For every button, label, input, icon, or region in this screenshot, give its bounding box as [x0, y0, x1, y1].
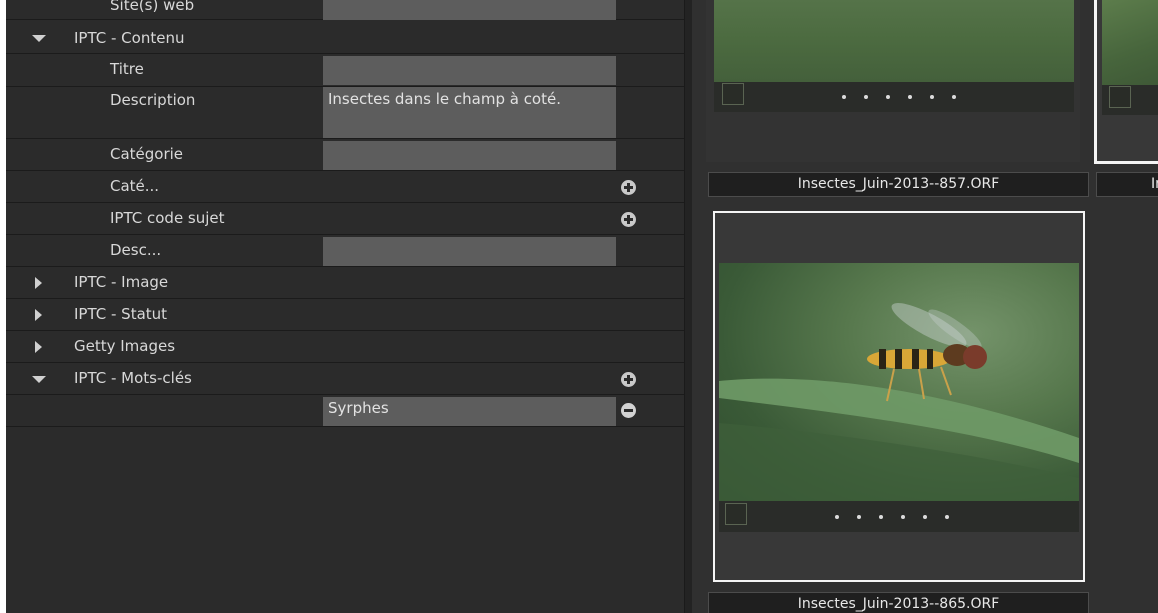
metadata-row-code-sujet: IPTC code sujet — [6, 204, 684, 235]
rating-dot-icon — [857, 515, 861, 519]
metadata-row-description: Description Insectes dans le champ à cot… — [6, 87, 684, 139]
plus-circle-icon[interactable] — [621, 212, 636, 227]
triangle-right-icon[interactable] — [35, 277, 42, 289]
desc-input[interactable] — [323, 237, 616, 266]
field-label-categorie: Catégorie — [110, 145, 184, 163]
rating-dot-icon — [842, 95, 846, 99]
field-label-titre: Titre — [110, 60, 144, 78]
metadata-row-desc: Desc... — [6, 236, 684, 267]
rating-dot-icon — [835, 515, 839, 519]
rating-dot-icon — [901, 515, 905, 519]
app-window: Site(s) web IPTC - Contenu Titre Descrip… — [6, 0, 1158, 613]
triangle-down-icon[interactable] — [32, 376, 46, 383]
section-iptc-image[interactable]: IPTC - Image — [6, 268, 684, 299]
section-iptc-contenu[interactable]: IPTC - Contenu — [6, 22, 684, 54]
thumbnail-image — [719, 263, 1079, 501]
field-label-cate: Caté... — [110, 177, 160, 195]
panel-splitter[interactable] — [684, 0, 692, 613]
field-label-description: Description — [110, 91, 196, 109]
thumbnail-filename[interactable]: Insectes_Juin-2013--865.ORF — [708, 592, 1089, 613]
metadata-panel: Site(s) web IPTC - Contenu Titre Descrip… — [6, 0, 684, 613]
section-label: IPTC - Contenu — [74, 29, 185, 47]
insect-photo — [719, 303, 1079, 501]
minus-circle-icon[interactable] — [621, 403, 636, 418]
select-checkbox[interactable] — [725, 503, 747, 525]
select-checkbox[interactable] — [1109, 86, 1131, 108]
thumbnail-filename[interactable]: Ins — [1096, 172, 1158, 197]
site-web-input[interactable] — [323, 0, 616, 20]
metadata-row-categorie: Catégorie — [6, 140, 684, 171]
rating-dot-icon — [879, 515, 883, 519]
section-iptc-mots-cles[interactable]: IPTC - Mots-clés — [6, 364, 684, 395]
metadata-row-site-web: Site(s) web — [6, 0, 684, 20]
rating-dot-icon — [930, 95, 934, 99]
plus-circle-icon[interactable] — [621, 372, 636, 387]
rating-dot-icon — [908, 95, 912, 99]
field-label-desc: Desc... — [110, 241, 162, 259]
rating-dot-icon — [952, 95, 956, 99]
rating-dot-icon — [945, 515, 949, 519]
thumbnail-grid: Insectes_Juin-2013--857.ORF Ins — [692, 0, 1158, 613]
titre-input[interactable] — [323, 56, 616, 85]
section-iptc-statut[interactable]: IPTC - Statut — [6, 300, 684, 331]
thumbnail-filename[interactable]: Insectes_Juin-2013--857.ORF — [708, 172, 1089, 197]
field-label-site-web: Site(s) web — [110, 0, 195, 14]
section-label: IPTC - Statut — [74, 305, 168, 323]
keyword-input[interactable]: Syrphes — [323, 397, 616, 426]
metadata-row-categories-supplementaires: Caté... — [6, 172, 684, 203]
thumbnail-image — [1102, 0, 1158, 85]
triangle-right-icon[interactable] — [35, 309, 42, 321]
keyword-row: Syrphes — [6, 396, 684, 427]
rating-dots[interactable] — [835, 515, 949, 519]
rating-dot-icon — [923, 515, 927, 519]
triangle-right-icon[interactable] — [35, 341, 42, 353]
rating-dots[interactable] — [842, 95, 956, 99]
section-getty-images[interactable]: Getty Images — [6, 332, 684, 363]
metadata-row-titre: Titre — [6, 55, 684, 87]
section-label: IPTC - Mots-clés — [74, 369, 192, 387]
plus-circle-icon[interactable] — [621, 180, 636, 195]
section-label: Getty Images — [74, 337, 176, 355]
description-input[interactable]: Insectes dans le champ à coté. — [323, 87, 616, 138]
thumbnail-card-selected[interactable] — [1094, 0, 1158, 164]
thumbnail-image — [714, 0, 1074, 82]
thumbnail-card-selected[interactable] — [713, 211, 1085, 582]
field-label-code-sujet: IPTC code sujet — [110, 209, 225, 227]
triangle-down-icon[interactable] — [32, 34, 46, 42]
section-label: IPTC - Image — [74, 273, 169, 291]
rating-dot-icon — [864, 95, 868, 99]
select-checkbox[interactable] — [722, 83, 744, 105]
rating-dot-icon — [886, 95, 890, 99]
thumbnail-card[interactable] — [706, 0, 1080, 162]
categorie-input[interactable] — [323, 141, 616, 170]
